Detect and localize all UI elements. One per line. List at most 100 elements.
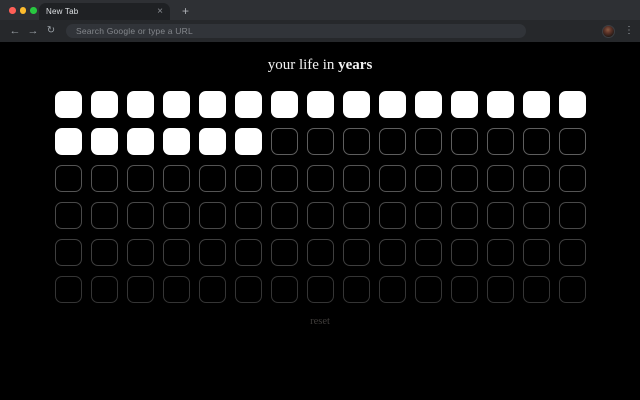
zoom-window-button[interactable]: [30, 7, 37, 14]
year-cell[interactable]: [558, 276, 586, 303]
year-cell[interactable]: [270, 276, 298, 303]
year-cell[interactable]: [270, 239, 298, 266]
year-cell[interactable]: [162, 239, 190, 266]
year-cell[interactable]: [162, 128, 190, 155]
year-cell[interactable]: [126, 276, 154, 303]
year-cell[interactable]: [558, 91, 586, 118]
year-cell[interactable]: [198, 128, 226, 155]
year-cell[interactable]: [306, 202, 334, 229]
year-cell[interactable]: [486, 202, 514, 229]
year-cell[interactable]: [486, 276, 514, 303]
year-cell[interactable]: [342, 239, 370, 266]
year-cell[interactable]: [162, 91, 190, 118]
close-tab-icon[interactable]: ×: [157, 6, 163, 17]
year-cell[interactable]: [558, 165, 586, 192]
year-cell[interactable]: [54, 239, 82, 266]
year-cell[interactable]: [378, 276, 406, 303]
year-cell[interactable]: [450, 239, 478, 266]
year-cell[interactable]: [378, 239, 406, 266]
year-cell[interactable]: [414, 202, 442, 229]
year-cell[interactable]: [522, 128, 550, 155]
year-cell[interactable]: [522, 239, 550, 266]
year-cell[interactable]: [54, 202, 82, 229]
year-cell[interactable]: [306, 91, 334, 118]
profile-avatar[interactable]: [602, 24, 615, 38]
year-cell[interactable]: [486, 239, 514, 266]
year-cell[interactable]: [234, 239, 262, 266]
year-cell[interactable]: [342, 276, 370, 303]
year-cell[interactable]: [126, 239, 154, 266]
year-cell[interactable]: [270, 128, 298, 155]
year-cell[interactable]: [198, 276, 226, 303]
year-cell[interactable]: [306, 239, 334, 266]
year-cell[interactable]: [522, 276, 550, 303]
year-cell[interactable]: [522, 165, 550, 192]
reload-icon[interactable]: ↻: [42, 26, 60, 36]
year-cell[interactable]: [450, 91, 478, 118]
year-cell[interactable]: [54, 128, 82, 155]
year-cell[interactable]: [198, 202, 226, 229]
year-cell[interactable]: [342, 165, 370, 192]
year-cell[interactable]: [234, 128, 262, 155]
browser-menu-icon[interactable]: ⋮: [624, 26, 634, 36]
year-cell[interactable]: [162, 165, 190, 192]
year-cell[interactable]: [450, 128, 478, 155]
year-cell[interactable]: [558, 128, 586, 155]
year-cell[interactable]: [54, 91, 82, 118]
address-bar[interactable]: Search Google or type a URL: [66, 24, 526, 38]
year-cell[interactable]: [198, 239, 226, 266]
year-cell[interactable]: [342, 128, 370, 155]
year-cell[interactable]: [306, 128, 334, 155]
year-cell[interactable]: [54, 276, 82, 303]
year-cell[interactable]: [198, 91, 226, 118]
year-cell[interactable]: [378, 91, 406, 118]
year-cell[interactable]: [450, 202, 478, 229]
year-cell[interactable]: [54, 165, 82, 192]
year-cell[interactable]: [450, 165, 478, 192]
year-cell[interactable]: [270, 91, 298, 118]
year-cell[interactable]: [414, 276, 442, 303]
year-cell[interactable]: [90, 128, 118, 155]
year-cell[interactable]: [90, 276, 118, 303]
year-cell[interactable]: [234, 202, 262, 229]
year-cell[interactable]: [90, 202, 118, 229]
year-cell[interactable]: [234, 276, 262, 303]
year-cell[interactable]: [378, 165, 406, 192]
year-cell[interactable]: [558, 239, 586, 266]
new-tab-button[interactable]: +: [182, 5, 189, 17]
year-cell[interactable]: [126, 202, 154, 229]
year-cell[interactable]: [162, 202, 190, 229]
year-cell[interactable]: [90, 91, 118, 118]
year-cell[interactable]: [198, 165, 226, 192]
year-cell[interactable]: [342, 202, 370, 229]
year-cell[interactable]: [378, 202, 406, 229]
year-cell[interactable]: [378, 128, 406, 155]
year-cell[interactable]: [270, 202, 298, 229]
year-cell[interactable]: [486, 128, 514, 155]
forward-icon[interactable]: →: [24, 25, 42, 37]
year-cell[interactable]: [162, 276, 190, 303]
close-window-button[interactable]: [9, 7, 16, 14]
year-cell[interactable]: [306, 276, 334, 303]
year-cell[interactable]: [126, 128, 154, 155]
year-cell[interactable]: [558, 202, 586, 229]
year-cell[interactable]: [126, 165, 154, 192]
minimize-window-button[interactable]: [19, 7, 26, 14]
year-cell[interactable]: [450, 276, 478, 303]
year-cell[interactable]: [90, 239, 118, 266]
year-cell[interactable]: [414, 91, 442, 118]
year-cell[interactable]: [234, 91, 262, 118]
year-cell[interactable]: [306, 165, 334, 192]
year-cell[interactable]: [414, 239, 442, 266]
year-cell[interactable]: [414, 128, 442, 155]
year-cell[interactable]: [270, 165, 298, 192]
back-icon[interactable]: ←: [6, 25, 24, 37]
year-cell[interactable]: [90, 165, 118, 192]
year-cell[interactable]: [486, 91, 514, 118]
year-cell[interactable]: [522, 91, 550, 118]
year-cell[interactable]: [414, 165, 442, 192]
tab-new-tab[interactable]: New Tab ×: [39, 3, 170, 20]
reset-button[interactable]: reset: [310, 316, 330, 327]
year-cell[interactable]: [522, 202, 550, 229]
year-cell[interactable]: [342, 91, 370, 118]
